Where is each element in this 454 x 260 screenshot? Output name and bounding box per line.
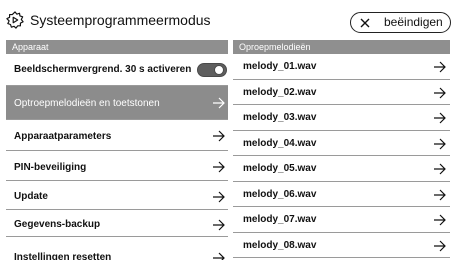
melody-label: melody_04.wav — [243, 137, 317, 149]
arrow-right-icon — [434, 112, 446, 124]
end-button-label: beëindigen — [384, 15, 443, 29]
end-button[interactable]: beëindigen — [350, 12, 451, 33]
menu-item-pin-security[interactable]: PIN-beveiliging — [6, 151, 228, 181]
menu-item-label: Beeldschermvergrend. 30 s activeren — [14, 64, 192, 75]
arrow-right-icon — [434, 163, 446, 175]
menu-item-screen-lock[interactable]: Beeldschermvergrend. 30 s activeren — [6, 54, 228, 86]
melody-label: melody_02.wav — [243, 86, 317, 98]
menu-item-ringtones[interactable]: Optroepmelodieën en toetstonen — [6, 86, 228, 120]
title-bar: Systeemprogrammeermodus beëindigen — [0, 0, 454, 40]
melody-label: melody_07.wav — [243, 214, 317, 225]
melody-label: melody_08.wav — [243, 239, 317, 251]
arrow-right-icon — [213, 161, 225, 173]
melody-list-item[interactable]: melody_07.wav — [233, 207, 450, 233]
melody-list-item[interactable]: melody_05.wav — [233, 156, 450, 182]
gear-icon — [6, 11, 24, 29]
menu-item-device-parameters[interactable]: Apparaatparameters — [6, 120, 228, 151]
arrow-right-icon — [434, 214, 446, 226]
menu-item-label: Apparaatparameters — [14, 131, 112, 142]
arrow-right-icon — [434, 240, 446, 251]
arrow-right-icon — [213, 219, 225, 231]
arrow-right-icon — [434, 61, 446, 73]
menu-item-reset-settings[interactable]: Instellingen resetten — [6, 237, 228, 260]
arrow-right-icon — [213, 130, 225, 142]
menu-item-label: Instellingen resetten — [14, 252, 112, 260]
melody-list-item[interactable]: melody_04.wav — [233, 131, 450, 156]
arrow-right-icon — [434, 189, 446, 200]
menu-item-label: Update — [14, 191, 48, 202]
melody-label: melody_06.wav — [243, 188, 317, 200]
screen-lock-toggle[interactable] — [197, 63, 227, 77]
arrow-right-icon — [434, 87, 446, 98]
menu-item-label: PIN-beveiliging — [14, 162, 87, 173]
melody-list-item[interactable]: melody_02.wav — [233, 80, 450, 105]
melody-label: melody_05.wav — [243, 163, 317, 174]
arrow-right-icon — [213, 252, 225, 260]
melody-label: melody_01.wav — [243, 61, 317, 72]
device-panel-header: Apparaat — [6, 40, 228, 54]
arrow-right-icon — [434, 138, 446, 149]
melody-list-item[interactable]: melody_06.wav — [233, 182, 450, 207]
menu-item-update[interactable]: Update — [6, 181, 228, 210]
close-icon — [360, 18, 370, 28]
melody-list-item[interactable]: melody_01.wav — [233, 54, 450, 80]
menu-item-data-backup[interactable]: Gegevens-backup — [6, 210, 228, 237]
menu-item-label: Gegevens-backup — [14, 219, 101, 230]
ringtones-panel: Oproepmelodieën melody_01.wav melody_02.… — [233, 40, 450, 258]
device-panel: Apparaat Beeldschermvergrend. 30 s activ… — [6, 40, 228, 260]
melody-label: melody_03.wav — [243, 112, 317, 123]
menu-item-label: Optroepmelodieën en toetstonen — [14, 98, 160, 109]
arrow-right-icon — [213, 191, 225, 203]
arrow-right-icon — [213, 97, 225, 109]
ringtones-panel-header: Oproepmelodieën — [233, 40, 450, 54]
page-title: Systeemprogrammeermodus — [30, 12, 211, 28]
toggle-knob — [214, 65, 224, 75]
melody-list-item[interactable]: melody_03.wav — [233, 105, 450, 131]
melody-list-item[interactable]: melody_08.wav — [233, 233, 450, 258]
